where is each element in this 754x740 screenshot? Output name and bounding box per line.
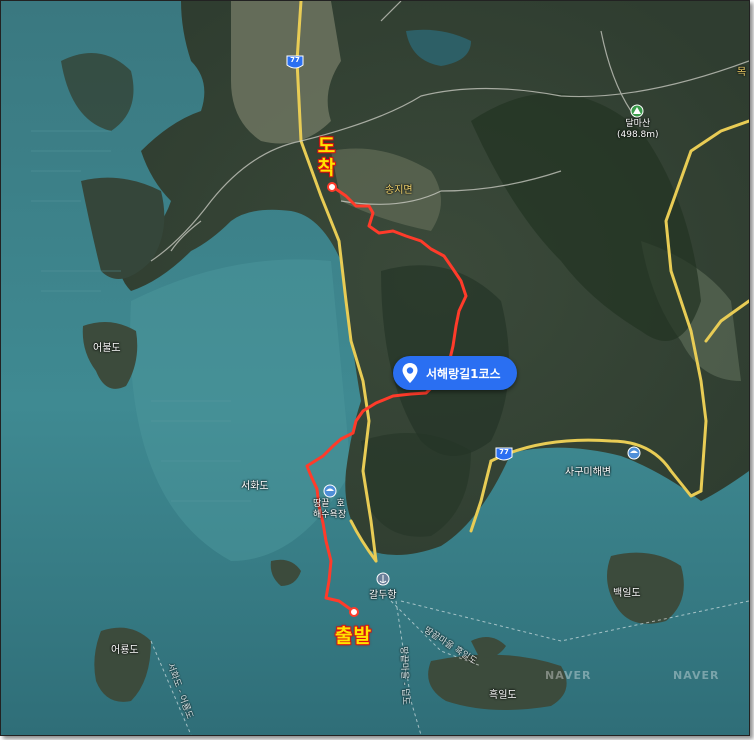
- naver-watermark-left: NAVER: [545, 669, 592, 682]
- ferry-label-2: 땅끝마을 - 넙도: [398, 646, 411, 706]
- start-label: 출발: [335, 625, 372, 647]
- beach-label-extra: 호: [336, 499, 345, 509]
- map-frame[interactable]: 달마산 (498.8m) 송지면 어불도 서화도 백일도 어룡도 흑일도 사구미…: [0, 0, 750, 736]
- route-name: 서해랑길1코스: [426, 366, 501, 381]
- beach-label-sagumi: 사구미해변: [565, 467, 611, 478]
- town-label: 송지면: [385, 185, 413, 196]
- end-label: 도착: [317, 135, 337, 179]
- island-label-eobuldo: 어불도: [93, 343, 121, 354]
- route-77-label-south: 77: [495, 447, 513, 461]
- beach-label-line2: 해수욕장: [313, 510, 347, 520]
- port-label: 갈두항: [369, 590, 397, 601]
- start-marker: [349, 607, 359, 617]
- end-marker: [327, 182, 337, 192]
- island-label-baegildo: 백일도: [613, 588, 641, 599]
- route-number: 77: [290, 56, 300, 64]
- beach-umbrella-icon: [323, 484, 337, 498]
- route-77-label-north: 77: [286, 55, 304, 69]
- satellite-map[interactable]: [1, 1, 749, 735]
- naver-watermark-right: NAVER: [673, 669, 720, 682]
- beach-umbrella-icon: [627, 446, 641, 460]
- island-label-seohwado: 서화도: [241, 481, 269, 492]
- beach-label-line1: 땅끝: [313, 499, 330, 509]
- route-name-badge[interactable]: 서해랑길1코스: [393, 356, 517, 390]
- peak-name: 달마산: [625, 119, 651, 129]
- island-label-eoryongdo: 어룡도: [111, 645, 139, 656]
- beach-label-ttangkkeut: 땅끝 호 해수욕장: [313, 499, 346, 521]
- route-number: 77: [499, 448, 509, 456]
- anchor-icon: [376, 572, 390, 586]
- island-label-heugildo: 흑일도: [489, 690, 517, 701]
- peak-elevation: (498.8m): [617, 130, 659, 140]
- mountain-peak-icon: [630, 104, 644, 118]
- peak-label: 달마산 (498.8m): [617, 119, 659, 141]
- location-pin-icon: [402, 363, 418, 383]
- edge-label: 목: [737, 67, 747, 78]
